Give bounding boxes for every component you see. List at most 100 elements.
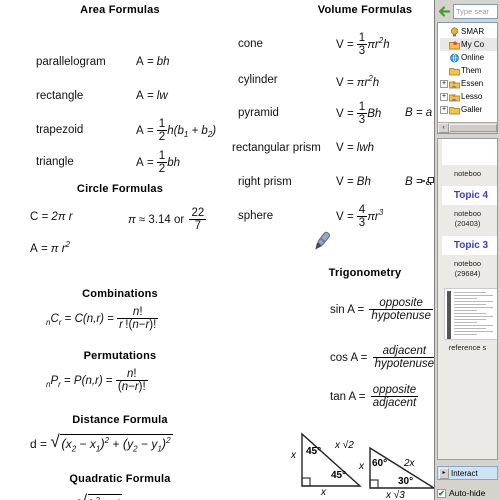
tree-item-smart[interactable]: SMAR xyxy=(440,25,497,38)
result-meta-type: noteboo xyxy=(453,169,482,178)
trig-lhs: cos A = xyxy=(330,351,368,364)
scroll-thumb[interactable] xyxy=(449,124,497,132)
tree-item-label: Online xyxy=(461,53,485,62)
folder-icon xyxy=(449,105,460,115)
tree-expander-placeholder xyxy=(440,41,448,49)
tree-item-label: Lesso xyxy=(461,92,483,101)
trig-denominator: hypotenuse xyxy=(374,358,435,371)
tree-item-essentials[interactable]: + Essen xyxy=(440,77,497,90)
people-folder-icon xyxy=(449,79,460,89)
result-meta-type: noteboo xyxy=(453,209,482,219)
tree-expander-icon[interactable]: + xyxy=(440,79,448,88)
result-meta: noteboo (20403) xyxy=(438,205,497,236)
circle-area: A = π r2 xyxy=(30,240,70,255)
tree-item-label: SMAR xyxy=(461,27,485,36)
result-card[interactable]: Topic 4 xyxy=(442,186,497,206)
tree-item-themes[interactable]: Them xyxy=(440,64,497,77)
volume-row-formula: V = 1 3 πr2h xyxy=(336,32,390,58)
lightbulb-icon xyxy=(449,26,460,37)
distance-formula-title: Distance Formula xyxy=(72,414,168,426)
area-row-name: rectangle xyxy=(36,90,84,102)
quadratic-formula-title: Quadratic Formula xyxy=(69,473,171,485)
back-arrow-icon[interactable] xyxy=(438,5,451,18)
triangle2-angle-bottom: 30° xyxy=(398,476,414,487)
area-formulas-title: Area Formulas xyxy=(80,4,160,16)
gallery-search-bar[interactable]: Type sear xyxy=(435,0,500,22)
volume-row-formula: V = Bh xyxy=(336,176,371,188)
trig-row: sin A = opposite hypotenuse xyxy=(330,297,433,322)
pi-symbol: π xyxy=(128,213,136,226)
result-meta: noteboo xyxy=(438,165,497,186)
area-row-formula: A = 1 2 bh xyxy=(136,150,180,176)
trigonometry-title: Trigonometry xyxy=(328,267,402,279)
tree-item-label: Essen xyxy=(461,79,484,88)
circle-formulas-title: Circle Formulas xyxy=(76,183,164,195)
volume-row-name: sphere xyxy=(238,210,274,222)
triangle-45-45-90-diagram xyxy=(301,432,362,487)
volume-row-note: B = a xyxy=(405,107,433,119)
area-row-name: triangle xyxy=(36,156,74,168)
folder-icon xyxy=(449,66,460,76)
auto-hide-label: Auto-hide xyxy=(449,488,486,498)
tree-item-label: My Co xyxy=(461,40,485,49)
auto-hide-option[interactable]: ✔ Auto-hide xyxy=(437,488,485,498)
gallery-results-list[interactable]: noteboo Topic 4 noteboo (20403) Topic 3 … xyxy=(437,138,498,460)
circle-circumference: C = 2π r xyxy=(30,211,73,223)
tree-expander-placeholder xyxy=(440,67,448,75)
area-row-name: trapezoid xyxy=(36,124,84,136)
tree-expander-placeholder xyxy=(440,28,448,36)
pen-cursor-icon xyxy=(315,231,331,250)
expand-arrow-icon[interactable]: ▸ xyxy=(439,467,449,479)
gallery-category-tree[interactable]: SMAR My Co Online Them + Essen + Lesso +… xyxy=(437,22,498,134)
notebook-canvas[interactable]: Area Formulas parallelogram A = bh recta… xyxy=(0,0,440,500)
permutations-formula: nPr = P(n,r) = n! (n−r)! xyxy=(46,368,148,394)
trig-numerator: adjacent xyxy=(372,345,437,359)
triangle2-hypotenuse-label: 2x xyxy=(404,458,415,469)
tree-expander-icon[interactable]: + xyxy=(440,105,448,114)
tree-item-online[interactable]: Online xyxy=(440,51,497,64)
area-row-formula: A = lw xyxy=(136,90,168,102)
trig-lhs: tan A = xyxy=(330,390,366,403)
area-row-formula: A = 1 2 h(b1 + b2) xyxy=(136,118,217,144)
volume-formulas-title: Volume Formulas xyxy=(317,4,413,16)
combinations-title: Combinations xyxy=(82,288,158,300)
area-row-formula: A = bh xyxy=(136,56,170,68)
trig-denominator: adjacent xyxy=(372,397,417,410)
tree-item-lessons[interactable]: + Lesso xyxy=(440,90,497,103)
volume-row-name: rectangular prism xyxy=(232,142,321,154)
tree-item-my-content[interactable]: My Co xyxy=(440,38,497,51)
combinations-formula: nCr = C(n,r) = n! r !(n−r)! xyxy=(46,306,159,332)
volume-row-formula: V = lwh xyxy=(336,142,375,154)
thumbnail-sidebar-strip xyxy=(447,290,451,339)
tree-expander-icon[interactable]: + xyxy=(440,92,448,101)
result-title: Topic 3 xyxy=(453,240,489,252)
tree-horizontal-scrollbar[interactable]: ‹ xyxy=(438,122,497,133)
result-card-partial[interactable] xyxy=(442,139,497,165)
result-meta-size: (29684) xyxy=(454,268,481,278)
result-thumbnail[interactable] xyxy=(444,287,497,340)
pi-fraction-denominator: 7 xyxy=(194,220,202,233)
globe-icon xyxy=(449,53,460,63)
triangle1-base-label: x xyxy=(321,487,326,498)
distance-formula: d = (x2 − x1)2 + (y2 − y1)2 xyxy=(30,432,173,453)
pi-approx-text: ≈ 3.14 or xyxy=(138,213,185,226)
trig-numerator: opposite xyxy=(369,297,433,311)
result-title: Topic 4 xyxy=(453,190,489,202)
tree-item-label: Them xyxy=(461,66,482,75)
area-row-name: parallelogram xyxy=(36,56,106,68)
result-meta-size: (20403) xyxy=(454,218,481,228)
scroll-left-button[interactable]: ‹ xyxy=(438,123,449,133)
interactive-section-bar[interactable]: ▸ Interact xyxy=(437,466,498,480)
tree-item-gallery[interactable]: + Galler xyxy=(440,103,497,116)
trig-numerator: opposite xyxy=(370,384,419,398)
selection-dot xyxy=(421,180,425,182)
result-card[interactable]: Topic 3 xyxy=(442,236,497,256)
volume-row-formula: V = 1 3 Bh xyxy=(336,101,382,127)
result-meta: noteboo (29684) xyxy=(438,255,497,286)
trig-row: cos A = adjacent hypotenuse xyxy=(330,345,437,371)
gallery-search-input[interactable]: Type sear xyxy=(453,3,498,19)
auto-hide-checkbox[interactable]: ✔ xyxy=(437,488,446,498)
gallery-panel[interactable]: Type sear SMAR My Co Online Them + Essen… xyxy=(434,0,500,500)
volume-row-formula: V = 4 3 πr3 xyxy=(336,204,384,230)
quadratic-formula: x = b2 − 4 xyxy=(58,492,123,500)
